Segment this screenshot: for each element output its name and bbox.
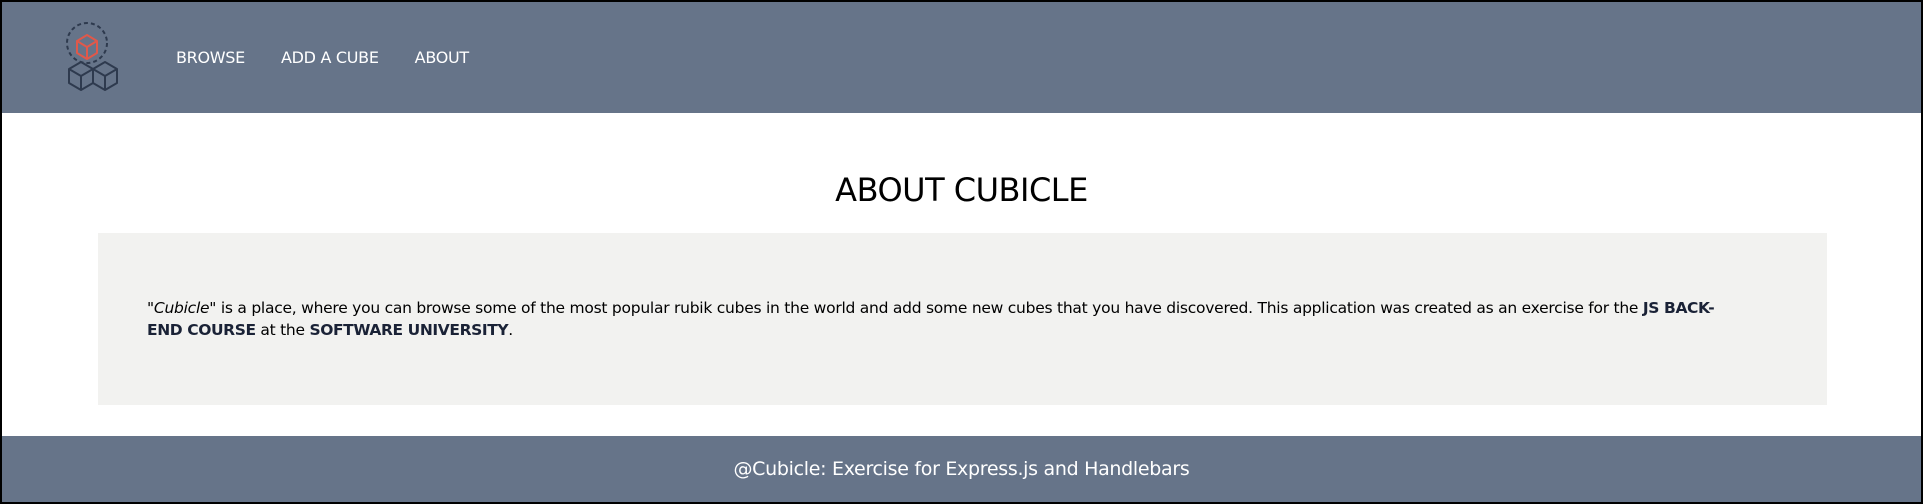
main-nav: BROWSE ADD A CUBE ABOUT	[176, 48, 505, 68]
nav-add-cube-link[interactable]: ADD A CUBE	[281, 48, 379, 68]
about-paragraph: "Cubicle" is a place, where you can brow…	[147, 297, 1747, 341]
nav-browse-link[interactable]: BROWSE	[176, 48, 245, 68]
about-text-part-2: at the	[255, 321, 310, 339]
site-header: BROWSE ADD A CUBE ABOUT	[2, 2, 1921, 113]
about-text-part-1: is a place, where you can browse some of…	[216, 299, 1643, 317]
about-panel: "Cubicle" is a place, where you can brow…	[98, 233, 1827, 405]
page-frame: BROWSE ADD A CUBE ABOUT ABOUT CUBICLE "C…	[0, 0, 1923, 504]
page-title: ABOUT CUBICLE	[835, 171, 1088, 209]
cubicle-name: "Cubicle"	[147, 299, 217, 317]
nav-about-link[interactable]: ABOUT	[415, 48, 470, 68]
footer-text: @Cubicle: Exercise for Express.js and Ha…	[733, 458, 1190, 480]
about-text-part-3: .	[508, 321, 513, 339]
cubes-logo-icon[interactable]	[64, 22, 134, 94]
university-name: SOFTWARE UNIVERSITY	[309, 321, 509, 339]
site-footer: @Cubicle: Exercise for Express.js and Ha…	[2, 436, 1921, 502]
cubes-logo-graphic	[66, 22, 118, 91]
